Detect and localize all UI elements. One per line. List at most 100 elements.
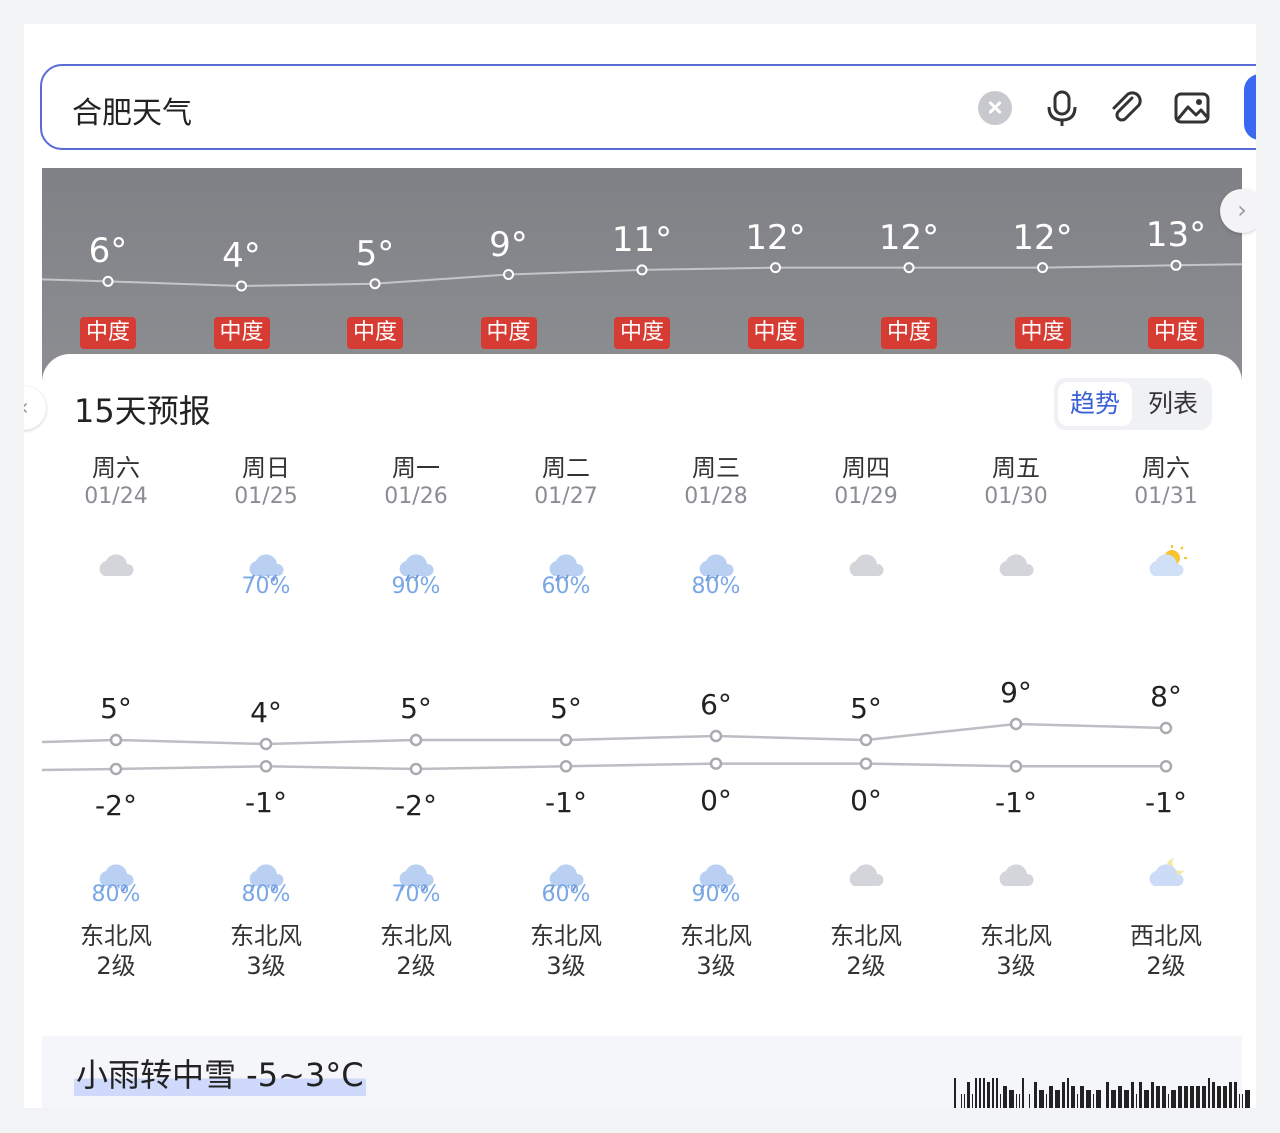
day-column[interactable]: 周六 01/24 5° -2° * * 80% 东北风 2级 xyxy=(41,354,191,1014)
barcode-bar xyxy=(1223,1086,1227,1108)
barcode-bar xyxy=(1118,1086,1122,1108)
low-temp: -2° xyxy=(95,789,137,822)
day-precip: 90% xyxy=(391,574,441,599)
hourly-point xyxy=(369,278,381,290)
aqi-badge: 中度 xyxy=(881,317,937,349)
barcode-bar xyxy=(1184,1086,1188,1108)
hourly-temp: 4° xyxy=(222,236,261,276)
attachment-icon[interactable] xyxy=(1106,88,1146,128)
barcode-bar xyxy=(1049,1086,1053,1108)
barcode-bar xyxy=(1144,1090,1149,1108)
barcode-bar xyxy=(1168,1094,1169,1108)
weekday: 周日 xyxy=(242,454,290,482)
day-precip: 70% xyxy=(241,574,291,599)
microphone-icon[interactable] xyxy=(1042,88,1082,128)
barcode-bar xyxy=(1077,1094,1078,1108)
weekday: 周二 xyxy=(542,454,590,482)
wind-level: 2级 xyxy=(96,952,136,980)
barcode-bar xyxy=(979,1078,981,1108)
barcode-bar xyxy=(1190,1086,1194,1108)
barcode-bar xyxy=(1000,1094,1001,1108)
cloudy-icon xyxy=(94,544,138,582)
date: 01/30 xyxy=(984,484,1048,509)
aqi-badge: 中度 xyxy=(747,317,804,349)
cloudy-icon xyxy=(994,544,1038,582)
barcode-bar xyxy=(1019,1094,1020,1108)
hourly-temp: 13° xyxy=(1145,215,1207,256)
hourly-next-button[interactable]: › xyxy=(1220,189,1256,233)
hourly-temp: 11° xyxy=(611,219,673,260)
day-column[interactable]: 周日 01/25 * * 70% 4° -1° * * 80% 东北风 3级 xyxy=(191,354,341,1014)
low-temp: -1° xyxy=(545,786,587,820)
high-temp: 5° xyxy=(550,692,582,725)
barcode-bar xyxy=(1080,1086,1084,1108)
hourly-temp: 12° xyxy=(878,217,940,258)
barcode-bar xyxy=(1239,1094,1240,1108)
high-temp: 8° xyxy=(1150,680,1182,713)
day-column[interactable]: 周二 01/27 60% 5° -1° * * 60% 东北风 3级 xyxy=(491,354,641,1014)
barcode-bar xyxy=(1171,1090,1176,1108)
day-column[interactable]: 周五 01/30 9° -1° 东北风 3级 xyxy=(941,354,1091,1014)
barcode-bar xyxy=(1139,1082,1142,1108)
weather-page: 合肥天气 6° 4° 5° 9° 11° 12° 12° 12° 13° 中度 中度 中度 中度 中度 中度… xyxy=(24,24,1256,1108)
low-temp: -1° xyxy=(245,786,287,820)
day-column[interactable]: 周四 01/29 5° 0° 东北风 2级 xyxy=(791,354,941,1014)
wind-level: 3级 xyxy=(546,952,586,980)
weekday: 周四 xyxy=(842,454,890,482)
day-column[interactable]: 周一 01/26 90% 5° -2° * * 70% 东北风 2级 xyxy=(341,354,491,1014)
search-button[interactable] xyxy=(1244,74,1256,140)
date: 01/24 xyxy=(84,484,148,509)
aqi-badge: 中度 xyxy=(1014,317,1071,349)
night-precip: 80% xyxy=(91,882,141,907)
barcode-bar xyxy=(1212,1082,1215,1108)
date: 01/26 xyxy=(384,484,448,509)
barcode-bar xyxy=(972,1094,973,1108)
barcode-bar xyxy=(954,1078,956,1108)
barcode-bar xyxy=(1111,1090,1116,1108)
barcode-bar xyxy=(1046,1094,1047,1108)
high-temp: 4° xyxy=(250,696,282,729)
date: 01/25 xyxy=(234,484,298,509)
wind-level: 3级 xyxy=(696,952,736,980)
hourly-temp: 5° xyxy=(355,233,395,274)
cloudy-icon xyxy=(994,854,1038,892)
weekday: 周一 xyxy=(392,454,440,482)
wind-level: 2级 xyxy=(1146,952,1186,980)
hourly-point xyxy=(636,264,648,276)
barcode-bar xyxy=(1016,1094,1017,1108)
high-temp: 9° xyxy=(1000,676,1032,709)
barcode-bar xyxy=(1071,1086,1075,1108)
hourly-temp: 12° xyxy=(1012,217,1073,258)
night-precip: 60% xyxy=(541,882,591,907)
clear-icon[interactable] xyxy=(978,91,1012,125)
barcode-bar xyxy=(992,1078,994,1108)
partly-sunny-icon xyxy=(1144,544,1188,582)
search-input[interactable]: 合肥天气 xyxy=(72,88,192,132)
date: 01/27 xyxy=(534,484,598,509)
aqi-badge: 中度 xyxy=(480,317,537,349)
weekday: 周六 xyxy=(1142,454,1190,482)
hourly-point xyxy=(503,269,514,280)
low-temp: -1° xyxy=(1145,786,1187,820)
weekday: 周六 xyxy=(92,454,140,482)
barcode-bar xyxy=(1124,1090,1129,1108)
barcode-bar xyxy=(1208,1078,1210,1108)
barcode-bar xyxy=(1202,1086,1206,1108)
day-column[interactable]: 周六 01/31 8° -1° 西北风 2级 xyxy=(1091,354,1241,1014)
night-precip: 70% xyxy=(391,882,441,907)
barcode-bar xyxy=(1234,1082,1237,1108)
night-precip: 90% xyxy=(691,882,741,907)
wind-level: 2级 xyxy=(846,952,886,980)
barcode-bar xyxy=(983,1078,985,1108)
day-precip: 80% xyxy=(691,574,741,599)
day-column[interactable]: 周三 01/28 80% 6° 0° * * 90% 东北风 3级 xyxy=(641,354,791,1014)
barcode-bar xyxy=(1156,1086,1160,1108)
image-icon[interactable] xyxy=(1172,88,1212,128)
aqi-badge: 中度 xyxy=(1148,317,1204,349)
weekday: 周三 xyxy=(692,454,740,482)
search-box[interactable]: 合肥天气 xyxy=(40,64,1256,150)
barcode-bar xyxy=(1242,1094,1243,1108)
barcode-bar xyxy=(1003,1086,1007,1108)
date: 01/31 xyxy=(1134,484,1198,509)
low-temp: 0° xyxy=(850,783,882,817)
